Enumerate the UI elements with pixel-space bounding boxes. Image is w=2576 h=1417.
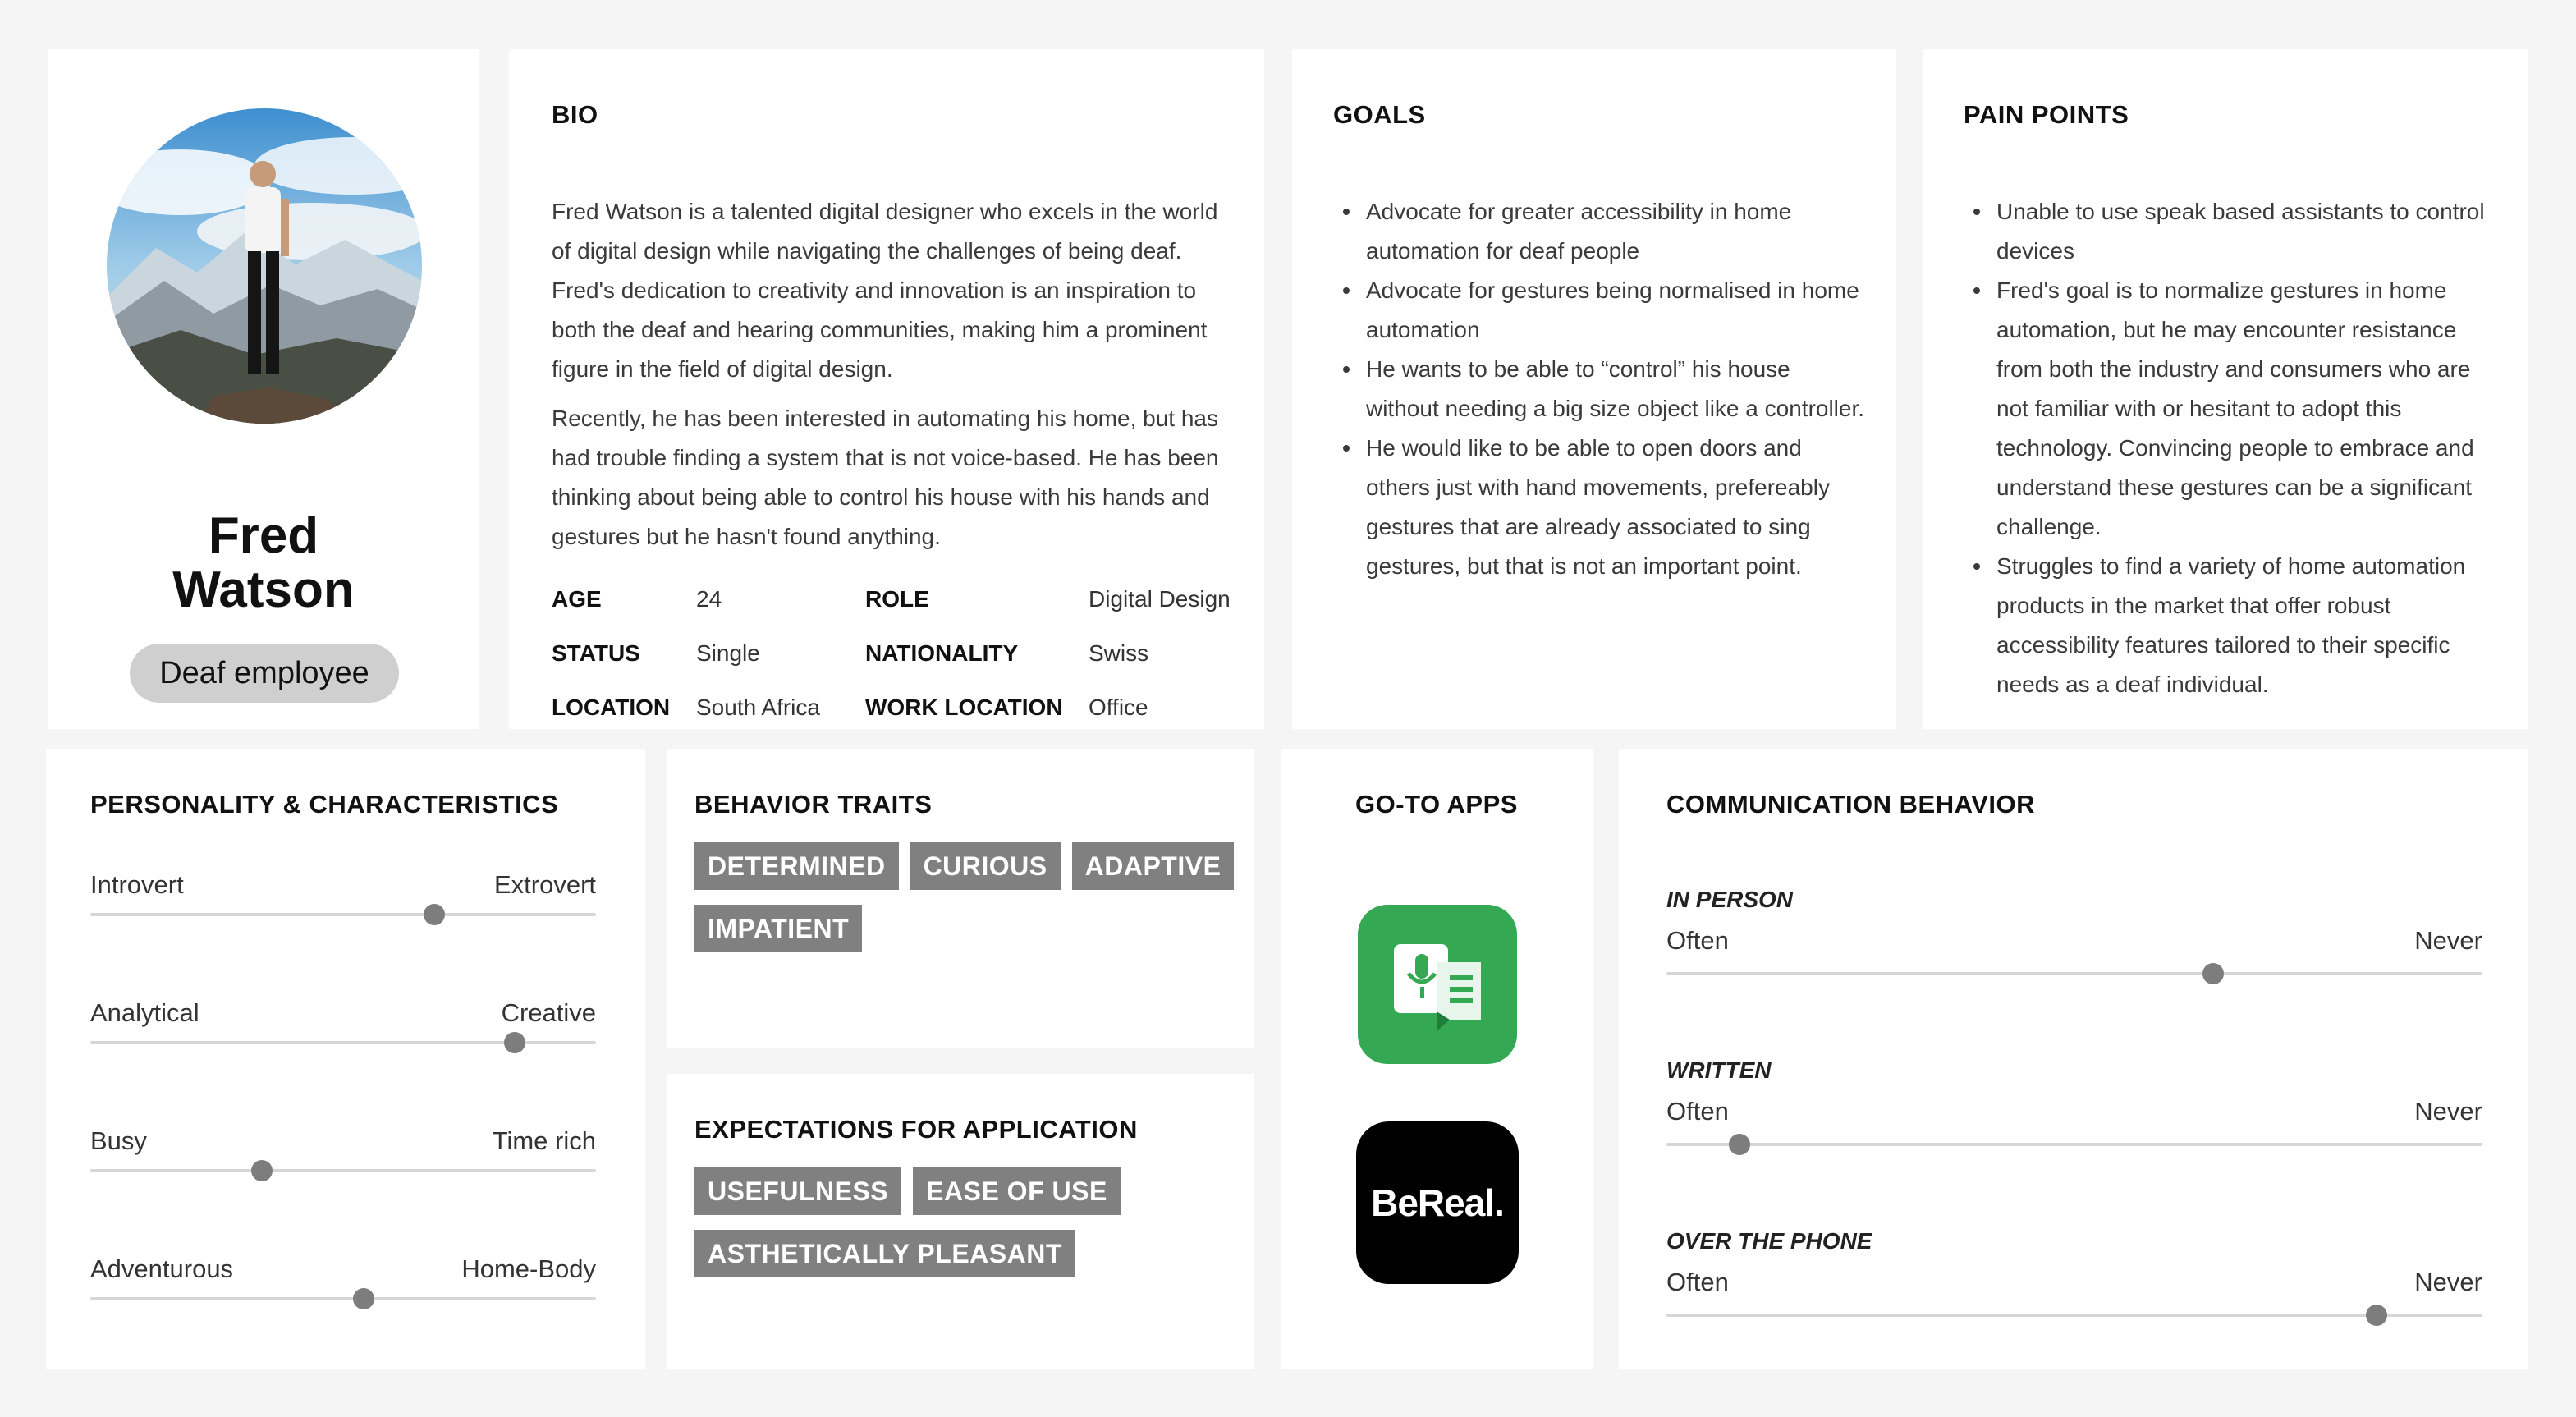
slider-left-label: Busy: [90, 1126, 147, 1155]
facts-row: AGE 24 ROLE Digital Design: [552, 586, 1258, 619]
trait-tag: CURIOUS: [910, 842, 1061, 890]
behavior-traits-heading: BEHAVIOR TRAITS: [694, 790, 933, 819]
slider-knob: [251, 1160, 273, 1181]
fact-value: Swiss: [1089, 640, 1149, 666]
list-item: Unable to use speak based assistants to …: [1972, 192, 2497, 271]
slider-right-label: Never: [2414, 1097, 2482, 1126]
persona-name: Fred Watson: [48, 509, 479, 617]
bio-paragraph: Fred Watson is a talented digital design…: [552, 199, 1218, 382]
slider-left-label: Introvert: [90, 870, 184, 899]
slider-right-label: Creative: [501, 998, 596, 1027]
slider-left-label: Adventurous: [90, 1254, 234, 1283]
trait-tag: ADAPTIVE: [1071, 842, 1235, 890]
personality-slider: Analytical Creative: [90, 998, 596, 1064]
bio-paragraph: Recently, he has been interested in auto…: [552, 406, 1219, 549]
behavior-traits-card: BEHAVIOR TRAITS DETERMINED CURIOUS ADAPTIV…: [667, 749, 1254, 1048]
goals-card: GOALS Advocate for greater accessibility…: [1292, 49, 1896, 729]
slider-left-label: Often: [1666, 926, 1729, 955]
slider-knob: [423, 904, 445, 925]
personality-slider: Busy Time rich: [90, 1126, 596, 1192]
slider-knob: [2202, 963, 2224, 984]
communication-slider: WRITTEN Often Never: [1666, 1057, 2482, 1181]
bio-card: BIO Fred Watson is a talented digital de…: [509, 49, 1264, 729]
list-item: Struggles to find a variety of home auto…: [1972, 547, 2497, 704]
tag-list: USEFULNESS EASE OF USE ASTHETICALLY PLEASA…: [694, 1167, 1253, 1292]
slider-right-label: Time rich: [492, 1126, 596, 1155]
facts-row: LOCATION South Africa WORK LOCATION Offi…: [552, 695, 1258, 727]
pain-points-card: PAIN POINTS Unable to use speak based as…: [1923, 49, 2528, 729]
live-transcribe-app-icon[interactable]: [1358, 905, 1517, 1064]
fact-label: WORK LOCATION: [865, 695, 1063, 720]
slider-left-label: Often: [1666, 1097, 1729, 1126]
go-to-apps-card: GO-TO APPS BeReal.: [1281, 749, 1593, 1369]
slider-knob: [2365, 1305, 2387, 1326]
slider-track: [90, 1169, 596, 1172]
fact-value: Digital Design: [1089, 586, 1231, 612]
slider-left-label: Analytical: [90, 998, 199, 1027]
first-name: Fred: [208, 507, 319, 564]
expectation-tag: EASE OF USE: [913, 1167, 1121, 1215]
personality-slider: Adventurous Home-Body: [90, 1254, 596, 1320]
channel-label: WRITTEN: [1666, 1057, 1772, 1083]
fact-value: Office: [1089, 695, 1148, 720]
expectations-heading: EXPECTATIONS FOR APPLICATION: [694, 1115, 1138, 1144]
fact-label: STATUS: [552, 640, 640, 666]
pain-points-heading: PAIN POINTS: [1964, 100, 2129, 129]
slider-track: [90, 1297, 596, 1300]
fact-label: LOCATION: [552, 695, 671, 720]
list-item: Fred's goal is to normalize gestures in …: [1972, 271, 2497, 547]
channel-label: OVER THE PHONE: [1666, 1228, 1872, 1254]
expectation-tag: USEFULNESS: [694, 1167, 902, 1215]
slider-left-label: Often: [1666, 1268, 1729, 1296]
list-item: He would like to be able to open doors a…: [1341, 429, 1867, 586]
slider-knob: [504, 1032, 526, 1053]
last-name: Watson: [172, 562, 355, 618]
communication-heading: COMMUNICATION BEHAVIOR: [1666, 790, 2035, 819]
tag-list: DETERMINED CURIOUS ADAPTIVE IMPATIENT: [694, 842, 1253, 967]
list-item: Advocate for greater accessibility in ho…: [1341, 192, 1867, 271]
trait-tag: DETERMINED: [694, 842, 899, 890]
list-item: He wants to be able to “control” his hou…: [1341, 350, 1867, 429]
slider-track: [1666, 1314, 2482, 1317]
fact-value: South Africa: [696, 695, 820, 720]
fact-label: AGE: [552, 586, 602, 612]
slider-right-label: Extrovert: [493, 870, 596, 899]
personality-slider: Introvert Extrovert: [90, 870, 596, 936]
communication-behavior-card: COMMUNICATION BEHAVIOR IN PERSON Often N…: [1619, 749, 2528, 1369]
profile-card: Fred Watson Deaf employee: [48, 49, 479, 729]
trait-tag: IMPATIENT: [694, 905, 863, 952]
list-item: Advocate for gestures being normalised i…: [1341, 271, 1867, 350]
facts-row: STATUS Single NATIONALITY Swiss: [552, 640, 1258, 673]
slider-track: [90, 913, 596, 916]
slider-right-label: Home-Body: [461, 1254, 596, 1283]
fact-label: NATIONALITY: [865, 640, 1019, 666]
slider-track: [1666, 1143, 2482, 1146]
bio-heading: BIO: [552, 100, 598, 129]
channel-label: IN PERSON: [1666, 887, 1794, 912]
personality-heading: PERSONALITY & CHARACTERISTICS: [90, 790, 559, 819]
fact-value: Single: [696, 640, 760, 666]
slider-right-label: Never: [2414, 1268, 2482, 1296]
persona-badge: Deaf employee: [130, 644, 399, 703]
fact-label: ROLE: [865, 586, 929, 612]
personality-card: PERSONALITY & CHARACTERISTICS Introvert …: [46, 749, 645, 1369]
communication-slider: OVER THE PHONE Often Never: [1666, 1228, 2482, 1351]
fact-value: 24: [696, 586, 722, 612]
slider-track: [1666, 972, 2482, 975]
go-to-apps-heading: GO-TO APPS: [1355, 790, 1518, 819]
communication-slider: IN PERSON Often Never: [1666, 887, 2482, 1010]
goals-heading: GOALS: [1333, 100, 1426, 129]
bereal-app-icon[interactable]: BeReal.: [1356, 1121, 1519, 1284]
slider-knob: [352, 1288, 374, 1309]
expectations-card: EXPECTATIONS FOR APPLICATION USEFULNESS E…: [667, 1074, 1254, 1369]
pain-points-list: Unable to use speak based assistants to …: [1972, 192, 2497, 704]
slider-right-label: Never: [2414, 926, 2482, 955]
slider-knob: [1729, 1134, 1751, 1155]
goals-list: Advocate for greater accessibility in ho…: [1341, 192, 1867, 586]
expectation-tag: ASTHETICALLY PLEASANT: [694, 1230, 1075, 1277]
avatar: [107, 108, 422, 424]
